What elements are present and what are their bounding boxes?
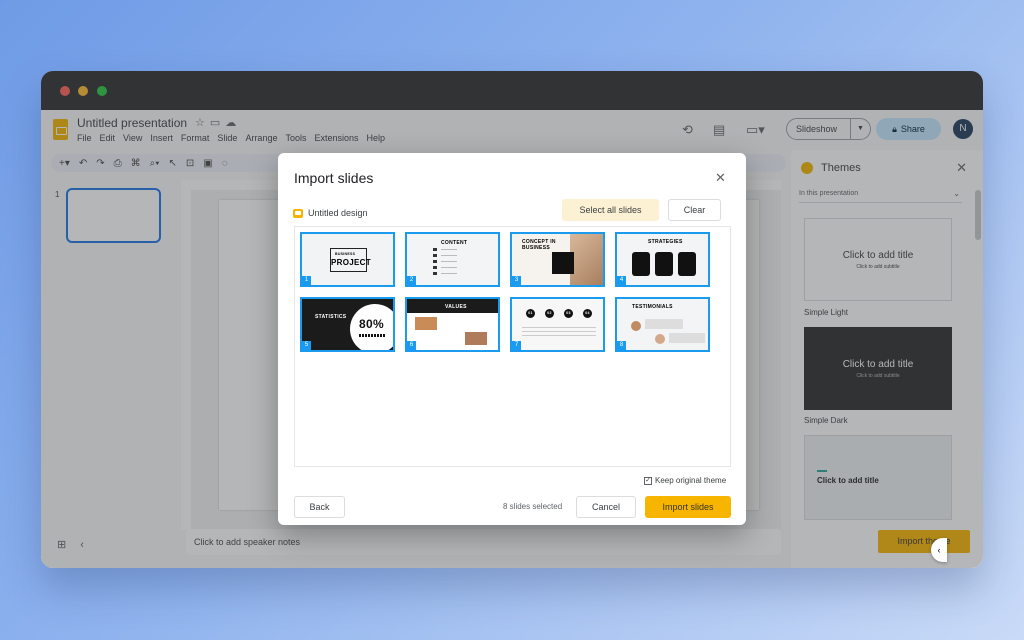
slide-thumbnail-5[interactable]: STATISTICS 80% 5	[300, 297, 395, 352]
slide-thumbnail-8[interactable]: TESTIMONIALS 8	[615, 297, 710, 352]
slide-subtitle: BUSINESS	[335, 252, 355, 256]
slide-title: VALUES	[445, 304, 467, 310]
stat-value: 80%	[359, 317, 384, 331]
slide-thumbnail-2[interactable]: CONTENT 2	[405, 232, 500, 287]
slide-title: CONTENT	[441, 240, 467, 246]
values-photo-1	[415, 317, 437, 330]
strategy-card-1	[632, 252, 650, 276]
testimonial-quote-2	[669, 333, 705, 343]
concept-diagram-box	[552, 252, 574, 274]
slide-title: STATISTICS	[315, 314, 346, 320]
testimonial-avatar-1	[631, 321, 641, 331]
strategy-card-2	[655, 252, 673, 276]
testimonial-quote-1	[645, 319, 683, 329]
slide-thumbnail-1[interactable]: BUSINESS PROJECT 1	[300, 232, 395, 287]
cancel-button[interactable]: Cancel	[576, 496, 636, 518]
slide-thumbnail-7[interactable]: 01 02 03 04 7	[510, 297, 605, 352]
slide-thumbnail-4[interactable]: STRATEGIES 4	[615, 232, 710, 287]
dialog-title: Import slides	[294, 170, 373, 186]
slide-title: CONCEPT IN BUSINESS	[522, 239, 562, 251]
slide-number-badge: 2	[407, 276, 416, 285]
back-button[interactable]: Back	[294, 496, 345, 518]
step-label-3: 03	[564, 309, 573, 318]
content-list-markers	[433, 248, 437, 278]
step-label-1: 01	[526, 309, 535, 318]
slide-number-badge: 6	[407, 341, 416, 350]
close-icon[interactable]: ✕	[715, 170, 726, 186]
testimonial-avatar-2	[655, 334, 665, 344]
slide-number-badge: 3	[512, 276, 521, 285]
import-slides-button[interactable]: Import slides	[645, 496, 731, 518]
slide-thumbnail-3[interactable]: CONCEPT IN BUSINESS 3	[510, 232, 605, 287]
keep-original-theme-checkbox[interactable]: ✓ Keep original theme	[644, 476, 726, 485]
source-presentation-name: Untitled design	[308, 208, 368, 218]
slide-number-badge: 5	[302, 341, 311, 350]
checkbox-check-icon[interactable]: ✓	[644, 477, 652, 485]
step-text-lines	[522, 327, 596, 339]
select-all-slides-button[interactable]: Select all slides	[562, 199, 659, 221]
slide-number-badge: 4	[617, 276, 626, 285]
values-photo-2	[465, 332, 487, 345]
slide-number-badge: 7	[512, 341, 521, 350]
slide-number-badge: 8	[617, 341, 626, 350]
slide-number-badge: 1	[302, 276, 311, 285]
step-label-2: 02	[545, 309, 554, 318]
slide-title: STRATEGIES	[648, 239, 683, 245]
keep-theme-label: Keep original theme	[655, 476, 726, 485]
selected-count: 8 slides selected	[503, 502, 562, 511]
step-label-4: 04	[583, 309, 592, 318]
import-slides-dialog: Import slides ✕ Untitled design Select a…	[278, 153, 746, 525]
slide-thumbnail-6[interactable]: VALUES 6	[405, 297, 500, 352]
clear-button[interactable]: Clear	[668, 199, 721, 221]
slides-file-icon	[293, 209, 303, 218]
slides-grid: BUSINESS PROJECT 1 CONTENT 2 CONCEPT IN …	[294, 226, 731, 467]
stat-bar	[359, 334, 385, 337]
content-list-lines	[441, 249, 457, 277]
people-photo	[570, 234, 605, 285]
strategy-card-3	[678, 252, 696, 276]
slide-title: PROJECT	[331, 258, 371, 267]
slide-title: TESTIMONIALS	[632, 304, 673, 310]
